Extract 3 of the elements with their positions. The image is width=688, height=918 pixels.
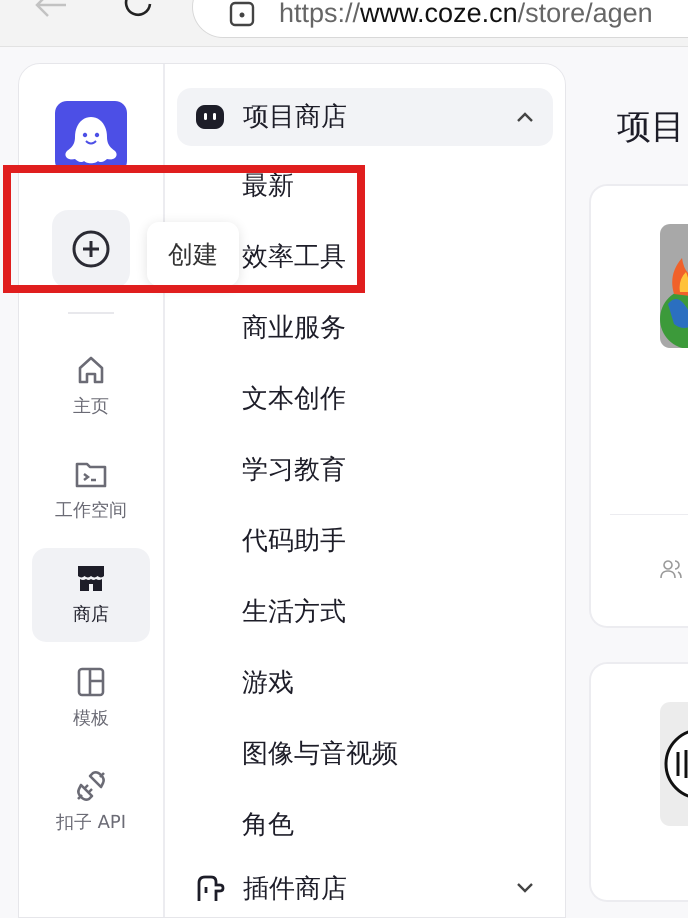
page-title: 项目 [617,106,686,149]
url-text: https://www.coze.cn/store/agen [279,0,653,29]
tooltip: 创建 [147,222,239,286]
